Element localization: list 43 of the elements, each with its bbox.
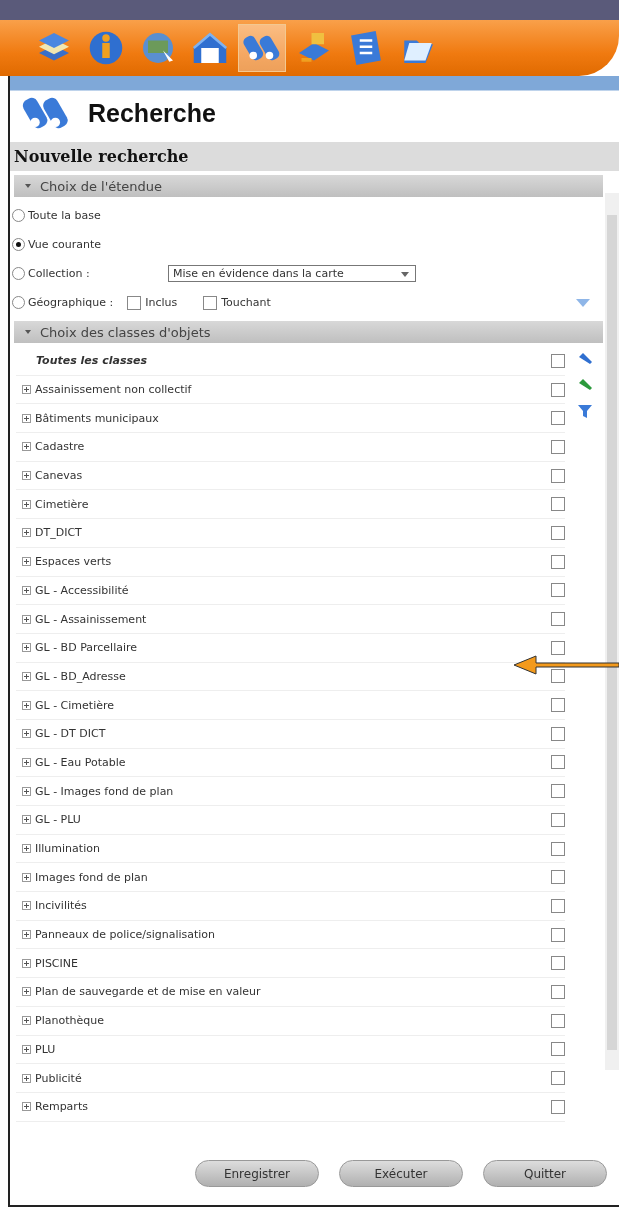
- section-header-label: Choix de l'étendue: [40, 178, 163, 194]
- class-label: GL - Accessibilité: [35, 583, 130, 597]
- class-label: Cimetière: [35, 497, 90, 511]
- class-label: Publicité: [35, 1071, 83, 1085]
- class-label: Assainissement non collectif: [35, 383, 193, 397]
- collection-dropdown[interactable]: Mise en évidence dans la carte: [168, 265, 416, 282]
- section-header-label: Choix des classes d'objets: [40, 324, 211, 340]
- class-label: PLU: [35, 1042, 57, 1056]
- class-label: Espaces verts: [35, 555, 113, 569]
- class-label: Remparts: [35, 1100, 89, 1114]
- class-label: Panneaux de police/signalisation: [35, 928, 217, 942]
- class-label: GL - Images fond de plan: [35, 784, 175, 798]
- radio-label: Géographique :: [28, 296, 114, 309]
- action-button[interactable]: Enregistrer: [195, 1160, 319, 1187]
- class-label: Incivilités: [35, 899, 88, 913]
- class-label: GL - PLU: [35, 813, 82, 827]
- class-label: Canevas: [35, 469, 84, 483]
- radio-label: Vue courante: [28, 238, 102, 251]
- class-label: Illumination: [35, 842, 101, 856]
- class-label: Plan de sauvegarde et de mise en valeur: [35, 985, 262, 999]
- panel-heading: Recherche: [88, 98, 216, 128]
- checkbox-label: Touchant: [221, 296, 271, 309]
- class-label: DT_DICT: [35, 526, 83, 540]
- class-label: GL - Assainissement: [35, 612, 148, 626]
- action-button[interactable]: Exécuter: [339, 1160, 463, 1187]
- class-label: GL - Eau Potable: [35, 755, 127, 769]
- class-label: Toutes les classes: [35, 354, 148, 368]
- class-label: GL - Cimetière: [35, 698, 116, 712]
- checkbox-label: Inclus: [145, 296, 178, 309]
- class-label: Bâtiments municipaux: [35, 411, 160, 425]
- class-label: Images fond de plan: [35, 870, 149, 884]
- class-label: GL - DT DICT: [35, 727, 107, 741]
- section-header[interactable]: Choix des classes d'objets: [14, 321, 603, 343]
- class-label: GL - BD Parcellaire: [35, 641, 139, 655]
- class-label: PISCINE: [35, 956, 79, 970]
- class-label: Cadastre: [35, 440, 86, 454]
- class-label: Planothèque: [35, 1014, 105, 1028]
- action-button[interactable]: Quitter: [483, 1160, 607, 1187]
- section-title: Nouvelle recherche: [10, 142, 619, 171]
- radio-label: Toute la base: [28, 209, 101, 222]
- radio-label: Collection :: [28, 267, 91, 280]
- class-label: GL - BD_Adresse: [35, 669, 127, 683]
- section-header[interactable]: Choix de l'étendue: [14, 175, 603, 197]
